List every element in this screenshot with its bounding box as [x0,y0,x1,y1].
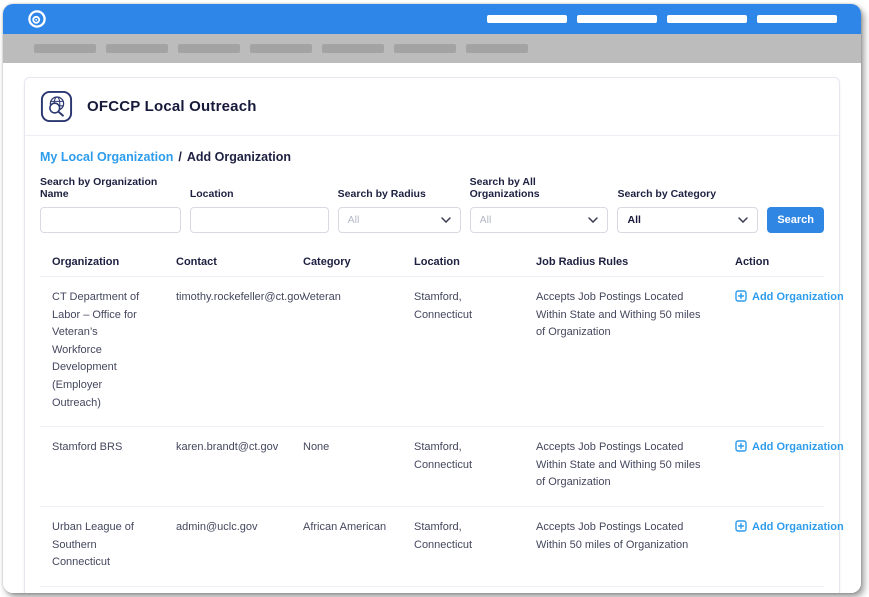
location-input[interactable] [190,207,329,233]
filter-category: Search by Category All [617,188,758,233]
jobtarget-logo-icon[interactable] [27,9,47,29]
all-organizations-select-value: All [480,214,492,226]
filter-label: Search by Organization Name [40,176,181,200]
top-navigation-bar [3,4,861,34]
breadcrumb-my-local-organization[interactable]: My Local Organization [40,150,173,164]
filter-organization-name: Search by Organization Name [40,176,181,233]
cell-job-radius-rules: Accepts Job Postings Located Within 50 m… [524,507,723,586]
cell-job-radius-rules: Accepts Job Postings Located Within Stat… [524,427,723,506]
column-header-job-radius-rules: Job Radius Rules [524,247,723,276]
menu-item-placeholder[interactable] [667,15,747,23]
menu-item-placeholder[interactable] [757,15,837,23]
add-organization-label: Add Organization [752,289,844,307]
top-menu [487,15,837,23]
filter-label: Search by All Organizations [470,176,609,200]
cell-location: Stamford, Connecticut [402,427,524,506]
nav-item-placeholder[interactable] [178,44,240,53]
breadcrumb-separator: / [178,150,181,164]
chevron-down-icon [738,217,748,223]
plus-square-icon [735,520,747,532]
cell-contact: admin@uclc.gov [164,507,291,586]
cell-organization: Urban League of Southern Connecticut [40,507,164,586]
cell-category: None [291,427,402,506]
cell-organization: Stamford BRS [40,427,164,506]
filter-radius: Search by Radius All [338,188,461,233]
create-organization-helper: Can’t find the organization you are look… [25,587,839,593]
cell-contact: karen.brandt@ct.gov [164,427,291,506]
filter-label: Search by Radius [338,188,461,200]
card-header: OFCCP Local Outreach [25,78,839,136]
add-organization-button[interactable]: Add Organization [735,519,844,537]
all-organizations-select[interactable]: All [470,207,609,233]
nav-item-placeholder[interactable] [322,44,384,53]
cell-category: Veteran [291,277,402,426]
column-header-organization: Organization [40,247,164,276]
column-header-action: Action [723,247,824,276]
category-select-value: All [627,214,640,226]
outreach-card: OFCCP Local Outreach My Local Organizati… [24,77,840,593]
table-header: Organization Contact Category Location J… [40,247,824,277]
chevron-down-icon [588,217,598,223]
globe-search-icon [39,89,74,124]
cell-location: Stamford, Connecticut [402,277,524,426]
add-organization-label: Add Organization [752,439,844,457]
plus-square-icon [735,440,747,452]
screenshot-stage: OFCCP Local Outreach My Local Organizati… [0,0,869,597]
secondary-navigation-bar [3,34,861,63]
table-row: Stamford BRS karen.brandt@ct.gov None St… [40,427,824,507]
column-header-category: Category [291,247,402,276]
cell-category: African American [291,507,402,586]
chevron-down-icon [441,217,451,223]
breadcrumb: My Local Organization / Add Organization [25,136,839,166]
column-header-location: Location [402,247,524,276]
nav-item-placeholder[interactable] [394,44,456,53]
nav-item-placeholder[interactable] [34,44,96,53]
filter-all-organizations: Search by All Organizations All [470,176,609,233]
filter-label: Search by Category [617,188,758,200]
cell-job-radius-rules: Accepts Job Postings Located Within Stat… [524,277,723,426]
nav-item-placeholder[interactable] [250,44,312,53]
column-header-contact: Contact [164,247,291,276]
menu-item-placeholder[interactable] [487,15,567,23]
filter-location: Location [190,188,329,233]
plus-square-icon [735,290,747,302]
radius-select-value: All [348,214,360,226]
cell-organization: CT Department of Labor – Office for Vete… [40,277,164,426]
page-title: OFCCP Local Outreach [87,98,257,115]
radius-select[interactable]: All [338,207,461,233]
organization-name-input[interactable] [40,207,181,233]
table-row: CT Department of Labor – Office for Vete… [40,277,824,427]
nav-item-placeholder[interactable] [106,44,168,53]
breadcrumb-current: Add Organization [187,150,291,164]
search-filters: Search by Organization Name Location Sea… [25,166,839,247]
cell-contact: timothy.rockefeller@ct.gov [164,277,291,426]
add-organization-label: Add Organization [752,519,844,537]
filter-label: Location [190,188,329,200]
main-content: OFCCP Local Outreach My Local Organizati… [3,63,861,593]
menu-item-placeholder[interactable] [577,15,657,23]
cell-location: Stamford, Connecticut [402,507,524,586]
organizations-table: Organization Contact Category Location J… [40,247,824,587]
category-select[interactable]: All [617,207,758,233]
app-window: OFCCP Local Outreach My Local Organizati… [3,4,861,593]
table-row: Urban League of Southern Connecticut adm… [40,507,824,587]
add-organization-button[interactable]: Add Organization [735,289,844,307]
nav-item-placeholder[interactable] [466,44,528,53]
add-organization-button[interactable]: Add Organization [735,439,844,457]
search-button[interactable]: Search [767,207,824,233]
